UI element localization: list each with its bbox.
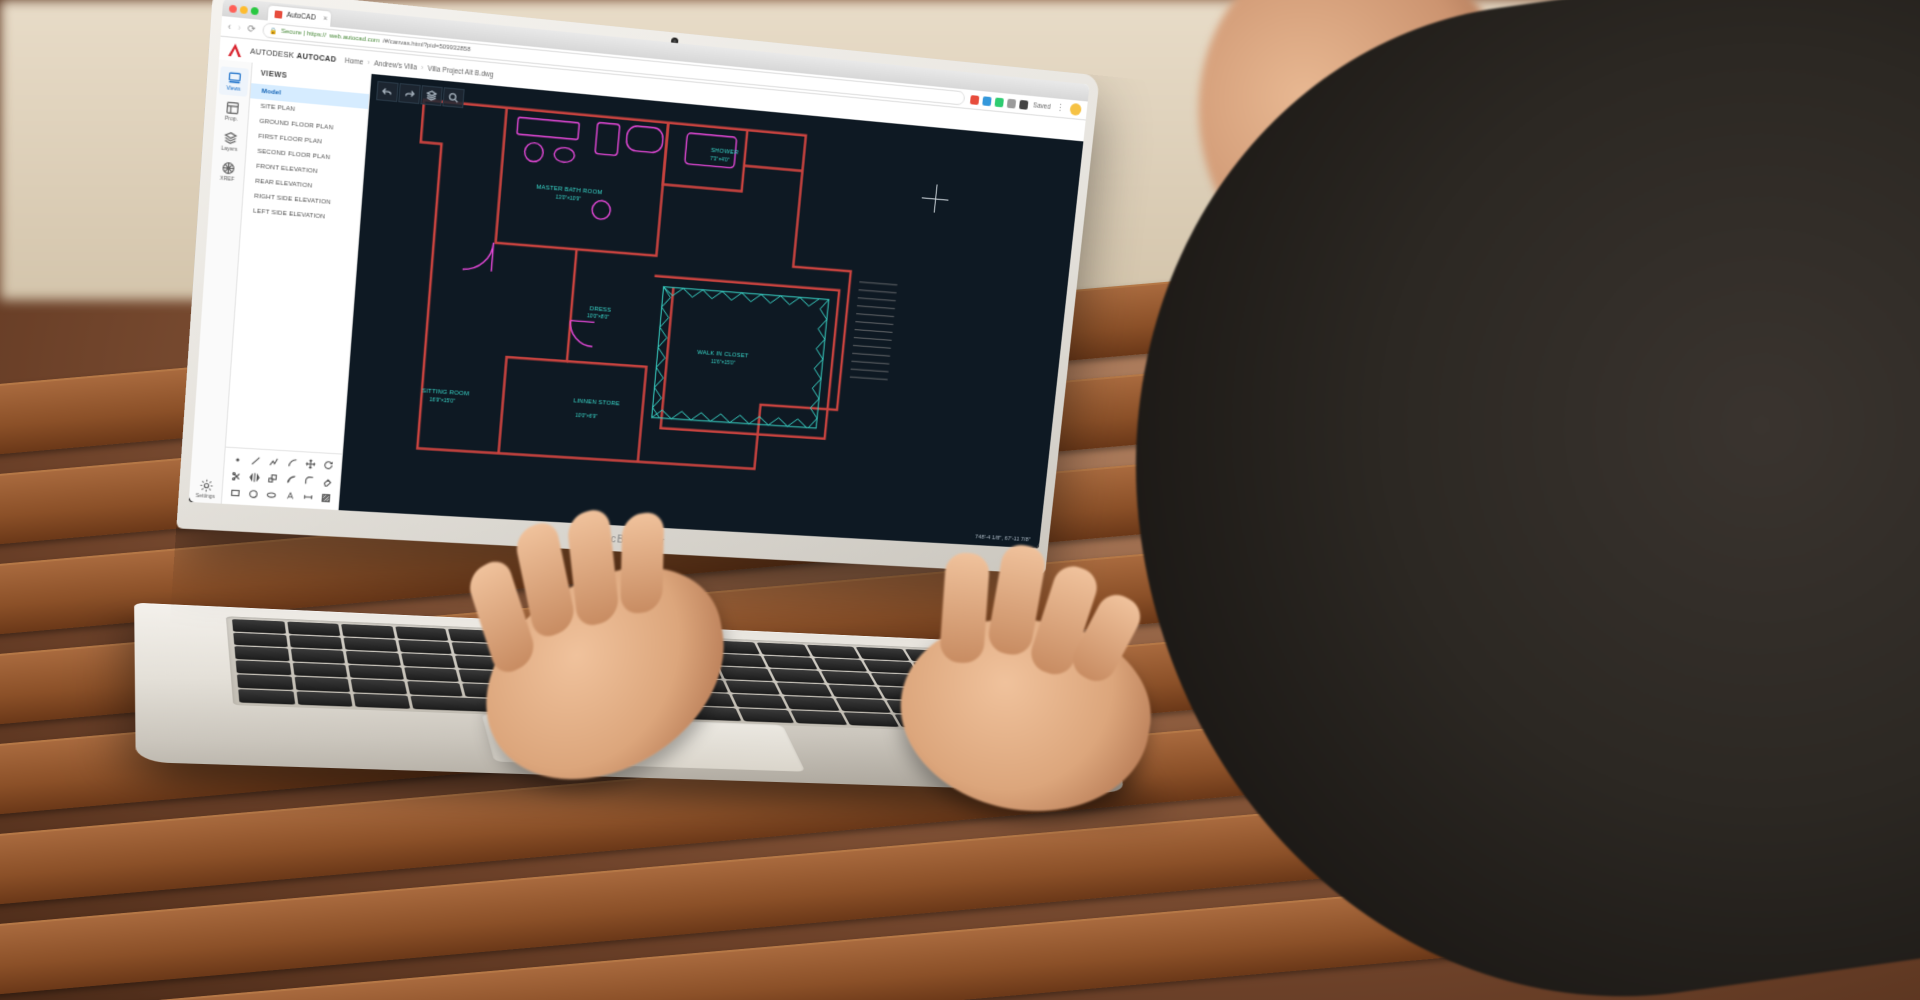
url-secure-label: Secure | https:// bbox=[281, 28, 327, 39]
saved-status: Saved bbox=[1033, 102, 1051, 111]
extension-icon[interactable] bbox=[1006, 98, 1015, 108]
drawing-toolbox bbox=[222, 447, 342, 510]
svg-text:11'6"×15'0": 11'6"×15'0" bbox=[711, 359, 736, 367]
svg-text:MASTER BATH ROOM: MASTER BATH ROOM bbox=[536, 185, 603, 197]
tool-trim[interactable] bbox=[228, 469, 245, 484]
breadcrumb-item[interactable]: Andrew's Villa bbox=[374, 60, 417, 72]
laptop-lid: MacBook Air AutoCAD × bbox=[176, 0, 1100, 574]
extension-icon[interactable] bbox=[1019, 99, 1028, 109]
tool-dimension[interactable] bbox=[300, 489, 317, 504]
tool-scale[interactable] bbox=[264, 471, 281, 486]
extension-icons bbox=[970, 95, 1029, 110]
tool-rectangle[interactable] bbox=[226, 485, 243, 500]
user-avatar[interactable] bbox=[1069, 103, 1081, 116]
rail-item-properties[interactable]: Prop. bbox=[217, 96, 247, 127]
svg-text:13'0"×10'9": 13'0"×10'9" bbox=[555, 195, 581, 203]
tool-point[interactable] bbox=[229, 452, 246, 468]
app-title: AUTODESK AUTOCAD bbox=[250, 48, 337, 64]
extension-icon[interactable] bbox=[970, 95, 979, 105]
views-icon bbox=[227, 70, 242, 85]
tool-line[interactable] bbox=[247, 453, 264, 468]
tool-arc[interactable] bbox=[284, 455, 301, 470]
tool-offset[interactable] bbox=[283, 472, 300, 487]
extension-icon[interactable] bbox=[982, 96, 991, 106]
canvas-search-button[interactable] bbox=[442, 87, 464, 108]
tool-erase[interactable] bbox=[319, 474, 336, 489]
gear-icon bbox=[199, 478, 214, 492]
tool-polyline[interactable] bbox=[265, 454, 282, 469]
layers-icon bbox=[222, 130, 237, 145]
canvas-redo-button[interactable] bbox=[398, 83, 421, 104]
svg-text:7'3"×4'0": 7'3"×4'0" bbox=[710, 155, 730, 163]
canvas-layers-button[interactable] bbox=[420, 85, 442, 106]
rail-item-settings[interactable]: Settings bbox=[191, 475, 221, 504]
autocad-favicon-icon bbox=[274, 10, 282, 18]
tab-title: AutoCAD bbox=[286, 11, 316, 21]
floor-plan: SHOWER 7'3"×4'0" MASTER BATH ROOM 13'0"×… bbox=[339, 74, 1084, 549]
svg-text:LINNEN STORE: LINNEN STORE bbox=[573, 398, 620, 407]
tool-mirror[interactable] bbox=[246, 470, 263, 485]
svg-text:10'0"×6'9": 10'0"×6'9" bbox=[575, 412, 598, 420]
rail-item-layers[interactable]: Layers bbox=[215, 127, 245, 157]
tab-close-icon[interactable]: × bbox=[323, 15, 328, 23]
svg-text:SHOWER: SHOWER bbox=[710, 147, 738, 156]
window-close-button[interactable] bbox=[229, 5, 237, 13]
tool-hatch[interactable] bbox=[318, 490, 335, 505]
svg-text:DRESS: DRESS bbox=[589, 306, 611, 314]
url-path: /#/canvas.html?pid=509932858 bbox=[382, 38, 470, 53]
nav-back-icon[interactable]: ‹ bbox=[228, 21, 232, 32]
svg-text:16'9"×15'0": 16'9"×15'0" bbox=[429, 397, 455, 405]
window-maximize-button[interactable] bbox=[251, 7, 259, 15]
properties-icon bbox=[225, 100, 240, 115]
rail-item-views[interactable]: Views bbox=[219, 66, 249, 97]
tool-ellipse[interactable] bbox=[263, 487, 280, 502]
breadcrumb-item[interactable]: Home bbox=[345, 57, 364, 66]
window-minimize-button[interactable] bbox=[240, 6, 248, 14]
svg-text:10'0"×8'0": 10'0"×8'0" bbox=[587, 314, 610, 322]
nav-reload-icon[interactable]: ⟳ bbox=[247, 22, 256, 35]
drawing-canvas[interactable]: 748'-4 1/8", 67'-11 7/8" bbox=[339, 74, 1084, 549]
breadcrumb-item[interactable]: Villa Project Alt B.dwg bbox=[427, 65, 493, 79]
lock-icon: 🔒 bbox=[269, 27, 278, 35]
more-icon[interactable]: ⋮ bbox=[1055, 102, 1065, 114]
nav-forward-icon[interactable]: › bbox=[237, 22, 241, 33]
xref-icon bbox=[220, 161, 235, 176]
svg-text:SITTING ROOM: SITTING ROOM bbox=[422, 388, 470, 397]
tool-fillet[interactable] bbox=[301, 473, 318, 488]
rail-item-xref[interactable]: XREF bbox=[213, 157, 243, 187]
url-host: web.autocad.com bbox=[329, 33, 380, 44]
autocad-logo-icon bbox=[228, 43, 242, 57]
tool-text[interactable] bbox=[281, 488, 298, 503]
canvas-undo-button[interactable] bbox=[376, 81, 399, 102]
tool-move[interactable] bbox=[302, 456, 319, 471]
tool-rotate[interactable] bbox=[320, 458, 337, 473]
screen: AutoCAD × ‹ › ⟳ 🔒 Secure | https://web.a… bbox=[189, 0, 1090, 549]
tool-circle[interactable] bbox=[245, 486, 262, 501]
svg-text:WALK IN CLOSET: WALK IN CLOSET bbox=[697, 350, 749, 360]
extension-icon[interactable] bbox=[994, 97, 1003, 107]
